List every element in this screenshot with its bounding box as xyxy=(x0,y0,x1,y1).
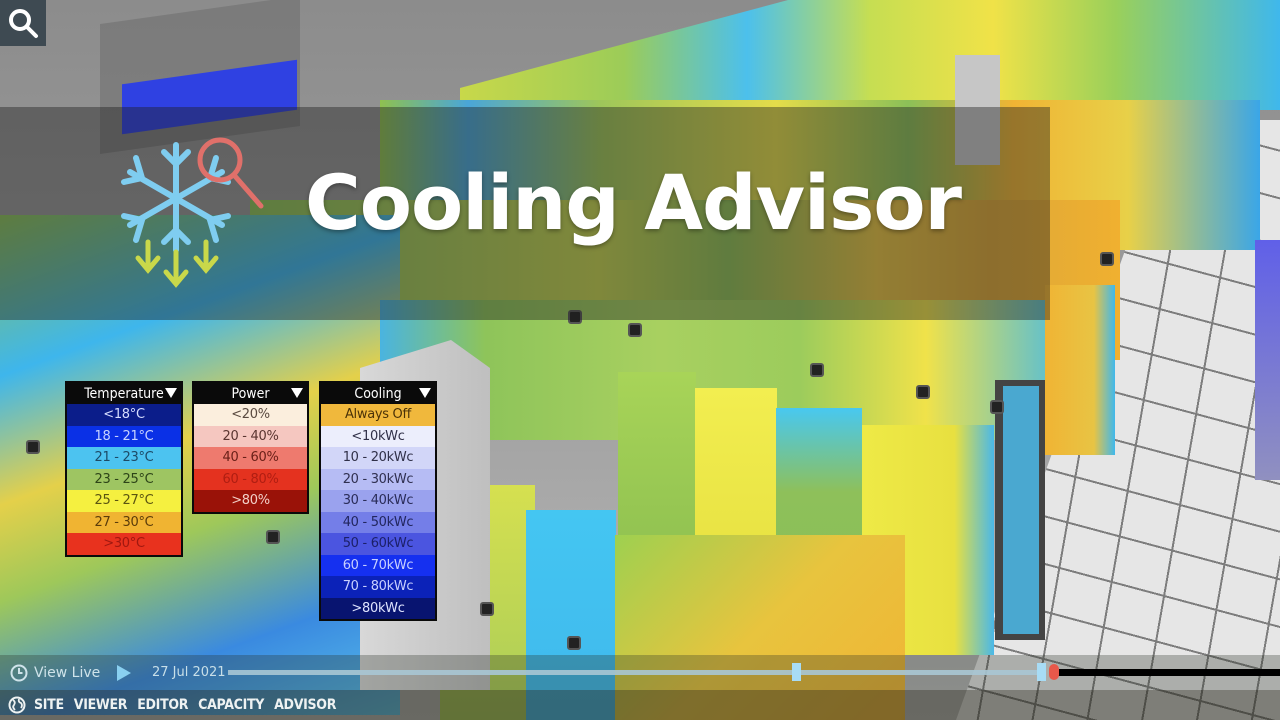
cooling-legend-row: <10kWc xyxy=(321,425,435,447)
search-button[interactable] xyxy=(0,0,46,46)
caret-down-icon xyxy=(165,388,177,398)
cooling-legend-row: >80kWc xyxy=(321,597,435,619)
caret-down-icon xyxy=(291,388,303,398)
rack-vent xyxy=(916,385,930,399)
cooling-legend-row: 50 - 60kWc xyxy=(321,533,435,555)
timeline-track[interactable] xyxy=(228,670,1040,675)
cooling-legend-row: 30 - 40kWc xyxy=(321,490,435,512)
temperature-legend-row: 25 - 27°C xyxy=(67,490,181,512)
cooling-legend: Cooling Always Off <10kWc 10 - 20kWc 20 - 3… xyxy=(319,381,437,621)
power-legend-row: <20% xyxy=(194,404,307,426)
timeline-end-handle[interactable] xyxy=(1037,663,1046,681)
view-live-button[interactable]: View Live xyxy=(10,655,100,690)
caret-down-icon xyxy=(419,388,431,398)
power-legend-row: 60 - 80% xyxy=(194,468,307,490)
view-live-label: View Live xyxy=(34,664,101,681)
timeline-future-track xyxy=(1058,669,1280,676)
rack-vent xyxy=(480,602,494,616)
nav-editor[interactable]: EDITOR xyxy=(137,697,188,713)
cooling-legend-row: 20 - 30kWc xyxy=(321,468,435,490)
nav-advisor[interactable]: ADVISOR xyxy=(274,697,336,713)
rack-row xyxy=(1045,285,1115,455)
play-button[interactable] xyxy=(116,655,132,690)
power-legend: Power <20% 20 - 40% 40 - 60% 60 - 80% >80% xyxy=(192,381,309,514)
live-marker[interactable] xyxy=(1049,664,1059,680)
cooling-legend-row: Always Off xyxy=(321,404,435,426)
power-legend-dropdown[interactable]: Power xyxy=(194,383,307,404)
temperature-legend-dropdown[interactable]: Temperature xyxy=(67,383,181,404)
cooling-legend-row: 10 - 20kWc xyxy=(321,447,435,469)
snowflake-search-icon xyxy=(121,137,264,288)
cooling-legend-row: 60 - 70kWc xyxy=(321,554,435,576)
globe-icon[interactable] xyxy=(8,696,26,714)
rack-vent xyxy=(567,636,581,650)
nav-site[interactable]: SITE xyxy=(34,697,64,713)
search-icon xyxy=(9,9,38,38)
temperature-legend-row: 27 - 30°C xyxy=(67,511,181,533)
power-legend-row: 20 - 40% xyxy=(194,425,307,447)
cooling-legend-title: Cooling xyxy=(354,385,402,402)
page-title: Cooling Advisor xyxy=(305,158,962,247)
temperature-legend-title: Temperature xyxy=(84,385,164,402)
temperature-legend-row: 18 - 21°C xyxy=(67,425,181,447)
timeline-start-handle[interactable] xyxy=(792,663,801,681)
nav-capacity[interactable]: CAPACITY xyxy=(198,697,264,713)
power-legend-row: 40 - 60% xyxy=(194,447,307,469)
cooling-legend-dropdown[interactable]: Cooling xyxy=(321,383,435,404)
temperature-legend: Temperature <18°C 18 - 21°C 21 - 23°C 23 - … xyxy=(65,381,183,557)
play-icon xyxy=(117,664,131,681)
rack-vent xyxy=(810,363,824,377)
clock-icon xyxy=(10,664,28,681)
temperature-legend-row: 23 - 25°C xyxy=(67,468,181,490)
power-legend-title: Power xyxy=(231,385,270,402)
rack-vent xyxy=(1100,252,1114,266)
bottom-nav: SITE VIEWER EDITOR CAPACITY ADVISOR xyxy=(0,690,1280,720)
cooling-unit-edge xyxy=(1255,240,1280,480)
temperature-legend-row: <18°C xyxy=(67,404,181,426)
rack-vent xyxy=(266,530,280,544)
temperature-legend-row: >30°C xyxy=(67,533,181,555)
rack-door xyxy=(995,380,1045,640)
temperature-legend-row: 21 - 23°C xyxy=(67,447,181,469)
rack-vent xyxy=(990,400,1004,414)
rack-vent xyxy=(628,323,642,337)
rack-vent xyxy=(26,440,40,454)
rack-row xyxy=(460,0,1280,110)
timeline-date: 27 Jul 2021 xyxy=(152,665,226,680)
cooling-legend-row: 70 - 80kWc xyxy=(321,576,435,598)
cooling-legend-row: 40 - 50kWc xyxy=(321,511,435,533)
power-legend-row: >80% xyxy=(194,490,307,512)
nav-viewer[interactable]: VIEWER xyxy=(74,697,128,713)
